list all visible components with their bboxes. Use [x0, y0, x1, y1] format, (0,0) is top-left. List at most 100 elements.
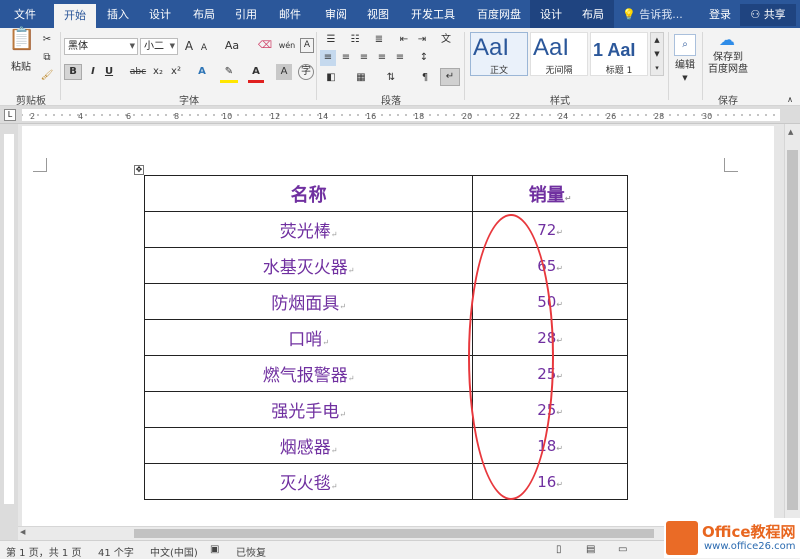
tab-file[interactable]: 文件 — [4, 0, 46, 28]
header-name[interactable]: 名称 — [143, 175, 474, 212]
recovered-status: 已恢复 — [236, 548, 266, 559]
ruler-scale: 2 4 6 8 10 12 14 16 18 20 22 24 26 28 30 — [21, 109, 780, 121]
style-no-spacing[interactable]: AaI 无间隔 — [530, 32, 588, 76]
cell-item-name[interactable]: 烟感器↵ — [143, 427, 474, 464]
hscroll-thumb[interactable] — [134, 529, 654, 538]
scroll-up-icon[interactable]: ▲ — [788, 128, 793, 136]
tab-review[interactable]: 审阅 — [318, 0, 354, 28]
scroll-left-icon[interactable]: ◀ — [20, 528, 25, 536]
font-size-select[interactable]: 小二 ▼ — [140, 38, 178, 55]
tell-me-search[interactable]: 💡 告诉我... — [622, 0, 692, 28]
cell-item-name[interactable]: 灭火毯↵ — [143, 463, 474, 500]
chinese-layout-icon[interactable]: 文 — [436, 32, 456, 48]
format-painter-icon[interactable]: 🖌 — [40, 68, 54, 84]
cloud-icon[interactable]: ☁ — [716, 32, 738, 52]
paste-icon[interactable]: 📋 — [8, 29, 36, 56]
strikethrough-button[interactable]: abc — [128, 64, 148, 80]
tab-view[interactable]: 视图 — [360, 0, 396, 28]
superscript-button[interactable]: x² — [168, 64, 184, 80]
tab-developer[interactable]: 开发工具 — [402, 0, 464, 28]
read-mode-icon[interactable]: ▯ — [556, 544, 562, 555]
tab-references[interactable]: 引用 — [228, 0, 264, 28]
increase-indent-icon[interactable]: ⇥ — [414, 32, 430, 48]
styles-scroll[interactable]: ▲ ▼ ▾ — [650, 32, 664, 76]
web-layout-icon[interactable]: ▭ — [618, 544, 627, 555]
justify-icon[interactable]: ≡ — [374, 50, 390, 66]
table-move-handle-icon[interactable]: ✥ — [134, 165, 144, 175]
watermark-url: www.office26.com — [704, 541, 796, 552]
table-row: 水基灭火器↵ 65↵ — [143, 247, 628, 284]
table-row: 强光手电↵ 25↵ — [143, 391, 628, 428]
clear-format-icon[interactable]: ⌫ — [256, 38, 274, 54]
shading-icon[interactable]: ◧ — [320, 70, 342, 86]
ruler-number: 6 — [126, 112, 131, 121]
vertical-ruler[interactable] — [0, 124, 18, 540]
tab-insert[interactable]: 插入 — [100, 0, 136, 28]
sort-icon[interactable]: ⇅ — [380, 70, 402, 86]
tab-mailings[interactable]: 邮件 — [272, 0, 308, 28]
word-count[interactable]: 41 个字 — [98, 544, 134, 559]
bullets-icon[interactable]: ☰ — [320, 32, 342, 48]
share-button[interactable]: ⚇ 共享 — [740, 4, 796, 26]
cut-icon[interactable]: ✂ — [40, 32, 54, 48]
tab-home[interactable]: 开始 — [54, 4, 96, 28]
cell-mark: ↵ — [347, 374, 355, 383]
char-shading-icon[interactable]: A — [276, 64, 292, 80]
style-heading-1[interactable]: 1 AaI 标题 1 — [590, 32, 648, 76]
horizontal-ruler[interactable]: L 2 4 6 8 10 12 14 16 18 20 22 24 26 28 30 — [0, 106, 800, 124]
align-left-icon[interactable]: ≡ — [320, 50, 336, 66]
font-color-icon[interactable]: A — [248, 64, 264, 83]
language[interactable]: 中文(中国) — [150, 544, 198, 559]
align-center-icon[interactable]: ≡ — [338, 50, 354, 66]
decrease-indent-icon[interactable]: ⇤ — [396, 32, 412, 48]
borders-icon[interactable]: ▦ — [350, 70, 372, 86]
shrink-font-button[interactable]: A — [198, 40, 210, 56]
page-count[interactable]: 第 1 页，共 1 页 — [6, 544, 81, 559]
tab-selector-icon[interactable]: L — [4, 109, 16, 121]
cell-item-name[interactable]: 防烟面具↵ — [143, 283, 474, 320]
cell-item-name[interactable]: 口哨↵ — [143, 319, 474, 356]
font-name-select[interactable]: 黑体 ▼ — [64, 38, 138, 55]
char-border-icon[interactable]: A — [300, 38, 314, 53]
multilevel-list-icon[interactable]: ≣ — [368, 32, 390, 48]
cell-item-name[interactable]: 水基灭火器↵ — [143, 247, 474, 284]
save-to-baidu-button[interactable]: 保存到 百度网盘 — [704, 52, 752, 76]
distributed-icon[interactable]: ≡ — [392, 50, 408, 66]
highlight-ellipse — [468, 214, 554, 500]
text-effects-icon[interactable]: A — [194, 64, 210, 80]
italic-button[interactable]: I — [86, 64, 100, 80]
underline-button[interactable]: U — [102, 64, 116, 80]
cell-item-name[interactable]: 荧光棒↵ — [143, 211, 474, 248]
subscript-button[interactable]: x₂ — [150, 64, 166, 80]
macro-icon[interactable]: ▣ — [210, 544, 219, 555]
search-icon[interactable]: ⌕ — [674, 34, 696, 56]
line-spacing-icon[interactable]: ↕ — [414, 50, 434, 66]
scroll-thumb[interactable] — [787, 150, 798, 510]
style-normal[interactable]: AaI 正文 — [470, 32, 528, 76]
paste-label[interactable]: 粘贴 — [4, 60, 38, 76]
cell-item-name[interactable]: 强光手电↵ — [143, 391, 474, 428]
login-button[interactable]: 登录 — [702, 0, 738, 28]
chevron-down-icon[interactable]: ▼ — [680, 70, 690, 86]
bold-button[interactable]: B — [64, 64, 82, 80]
grow-font-button[interactable]: A — [182, 38, 196, 54]
ruler-number: 30 — [702, 112, 712, 121]
phonetic-guide-button[interactable]: wén — [276, 38, 298, 54]
tab-layout[interactable]: 布局 — [186, 0, 222, 28]
numbering-icon[interactable]: ☷ — [344, 32, 366, 48]
tab-table-design[interactable]: 设计 — [530, 0, 572, 28]
header-sales[interactable]: 销量↵ — [472, 175, 628, 212]
show-marks-icon[interactable]: ↵ — [440, 68, 460, 86]
vertical-scrollbar[interactable]: ▲ — [784, 124, 800, 540]
tab-table-layout[interactable]: 布局 — [572, 0, 614, 28]
change-case-button[interactable]: Aa — [222, 38, 242, 54]
tab-baidu-netdisk[interactable]: 百度网盘 — [468, 0, 530, 28]
align-right-icon[interactable]: ≡ — [356, 50, 372, 66]
tab-design[interactable]: 设计 — [142, 0, 178, 28]
paragraph-marks-icon[interactable]: ¶ — [416, 70, 434, 86]
copy-icon[interactable]: ⧉ — [40, 50, 54, 66]
cell-item-name[interactable]: 燃气报警器↵ — [143, 355, 474, 392]
highlight-icon[interactable]: ✎ — [220, 64, 238, 83]
enclose-char-icon[interactable]: 字 — [298, 64, 314, 80]
print-layout-icon[interactable]: ▤ — [586, 544, 595, 555]
